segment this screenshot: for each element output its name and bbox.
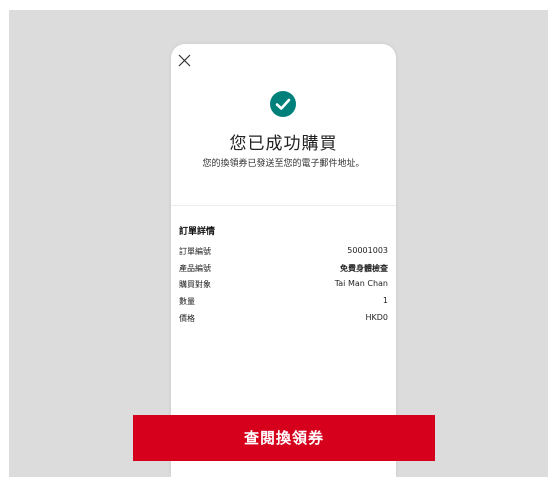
order-row-product-number: 產品編號 免費身體檢查 <box>179 263 388 275</box>
order-row-quantity: 數量 1 <box>179 296 388 308</box>
view-voucher-button[interactable]: 查閱換領券 <box>133 415 435 461</box>
row-value: Tai Man Chan <box>334 279 388 288</box>
confirmation-sheet: 您已成功購買 您的換領券已發送至您的電子郵件地址。 訂單詳情 訂單編號 5000… <box>171 44 396 477</box>
row-value: 1 <box>382 296 388 305</box>
row-label: 價格 <box>179 314 195 323</box>
check-circle-icon <box>270 91 296 117</box>
close-button[interactable] <box>177 53 193 69</box>
row-label: 購買對象 <box>179 280 211 289</box>
order-row-order-number: 訂單編號 50001003 <box>179 246 388 258</box>
order-details-heading: 訂單詳情 <box>179 227 216 237</box>
row-label: 數量 <box>179 297 195 306</box>
row-value: 免費身體檢查 <box>340 264 388 273</box>
order-row-price: 價格 HKD0 <box>179 313 388 325</box>
row-label: 產品編號 <box>179 264 211 273</box>
close-icon <box>178 54 191 67</box>
row-value: 50001003 <box>347 246 388 255</box>
divider <box>171 205 396 206</box>
success-title: 您已成功購買 <box>229 134 338 154</box>
row-value: HKD0 <box>365 313 388 322</box>
success-subtitle: 您的換領券已發送至您的電子郵件地址。 <box>202 159 365 169</box>
row-label: 訂單編號 <box>179 247 211 256</box>
order-row-purchaser: 購買對象 Tai Man Chan <box>179 279 388 291</box>
